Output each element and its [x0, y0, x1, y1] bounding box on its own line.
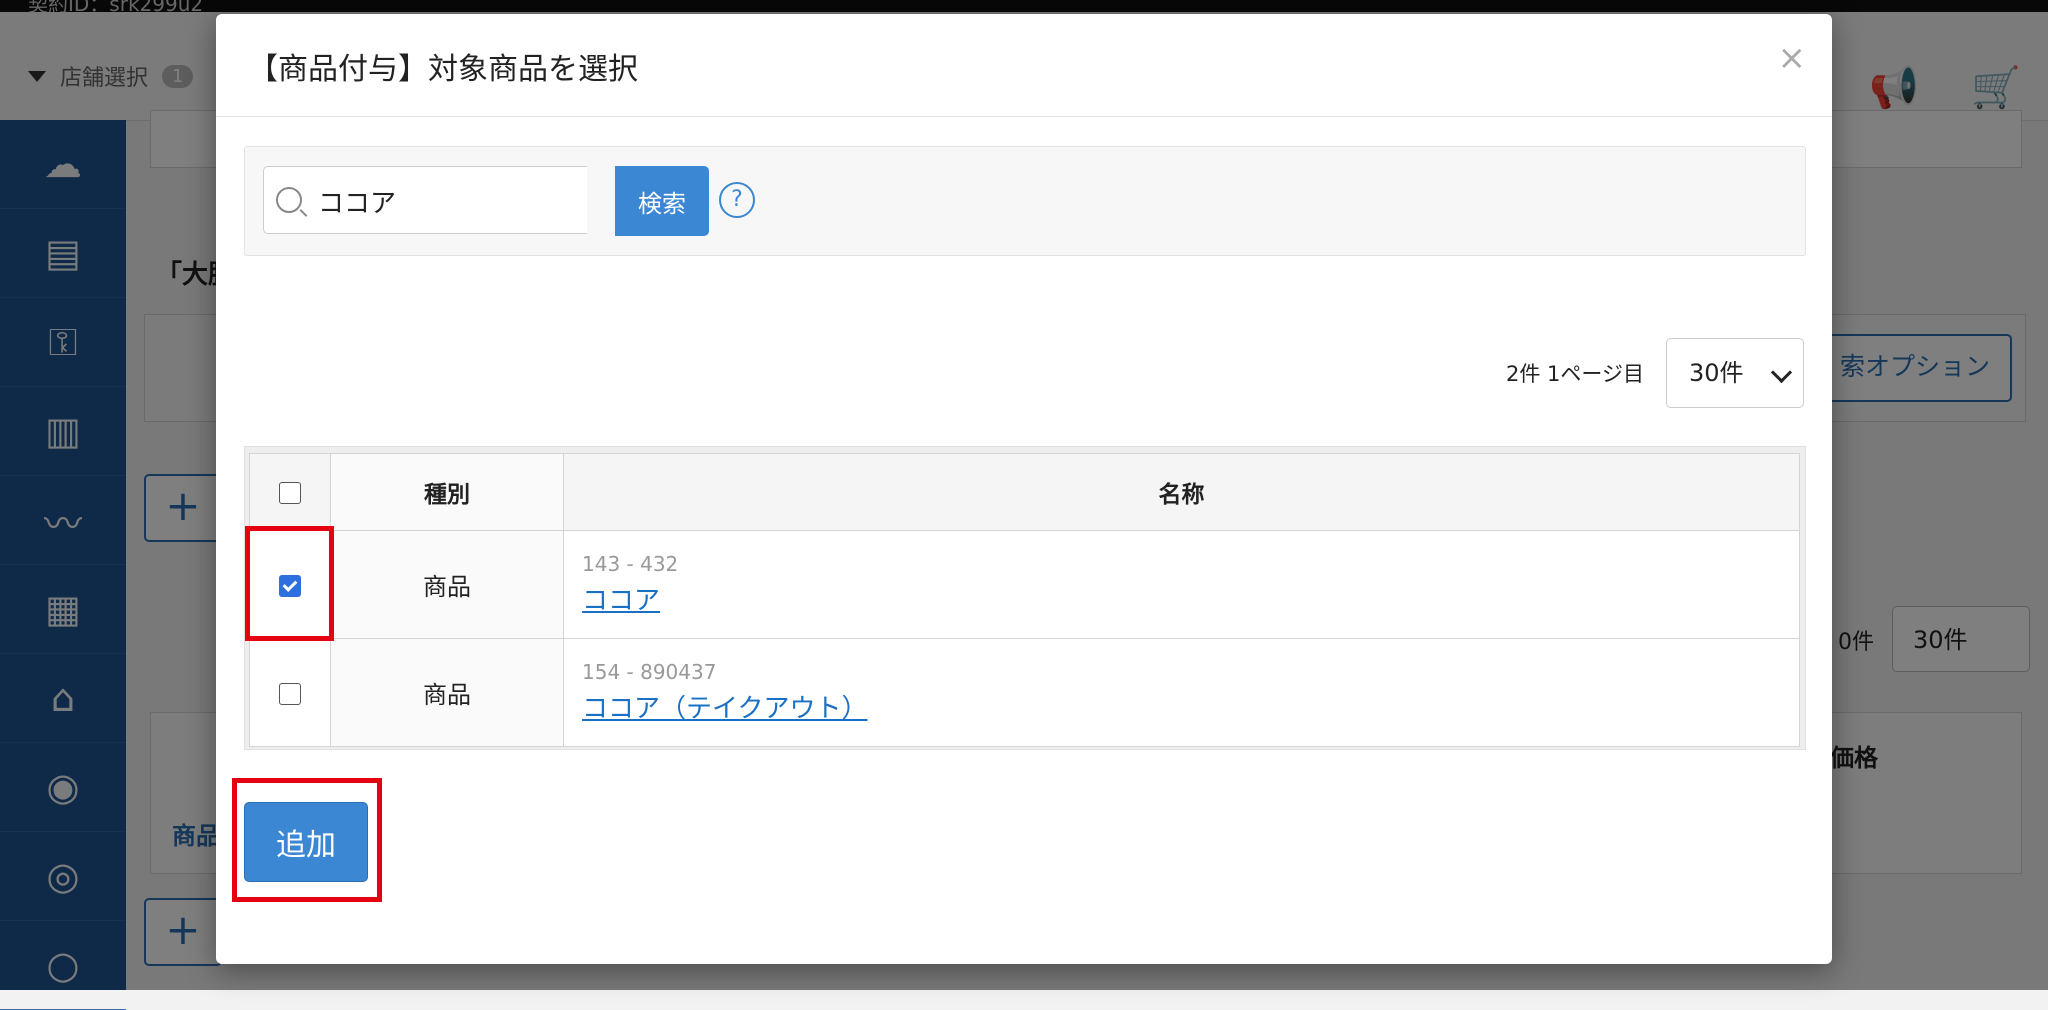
- row-select-cell[interactable]: [249, 638, 331, 747]
- row-type: 商品: [330, 530, 564, 639]
- chevron-down-icon: [1770, 361, 1793, 384]
- modal-title: 【商品付与】対象商品を選択: [248, 52, 638, 87]
- item-name-link[interactable]: ココア（テイクアウト）: [582, 694, 867, 724]
- per-page-select[interactable]: 30件: [1666, 338, 1804, 408]
- header-select-all[interactable]: [249, 453, 331, 531]
- table-header-row: 種別 名称: [249, 453, 1800, 531]
- header-name: 名称: [563, 453, 1800, 531]
- item-name-link[interactable]: ココア: [582, 586, 660, 616]
- header-type: 種別: [330, 453, 564, 531]
- item-code: 143 - 432: [582, 552, 679, 576]
- row-type: 商品: [330, 638, 564, 747]
- close-icon[interactable]: ×: [1778, 38, 1807, 78]
- search-panel: 検索 ?: [244, 146, 1806, 256]
- table-row: 商品 143 - 432 ココア: [249, 530, 1800, 639]
- help-icon[interactable]: ?: [719, 182, 755, 218]
- results-table-wrap: 種別 名称 商品 143 - 432 ココア 商品 154 - 890437 コ…: [244, 446, 1806, 750]
- pagination-info: 2件 1ページ目: [1506, 362, 1644, 386]
- per-page-value: 30件: [1689, 359, 1744, 387]
- search-button[interactable]: 検索: [615, 166, 709, 236]
- results-table: 種別 名称 商品 143 - 432 ココア 商品 154 - 890437 コ…: [249, 453, 1800, 747]
- product-select-modal: 【商品付与】対象商品を選択 × 検索 ? 2件 1ページ目 30件 種別 名称 …: [216, 14, 1832, 964]
- search-input[interactable]: [316, 177, 580, 225]
- row-checkbox[interactable]: [279, 682, 301, 705]
- row-name-cell: 143 - 432 ココア: [563, 530, 1800, 639]
- highlight-add-button-box: [232, 778, 382, 902]
- search-icon: [276, 187, 302, 213]
- highlight-checkbox-box: [245, 526, 334, 641]
- search-field[interactable]: [263, 166, 587, 234]
- item-code: 154 - 890437: [582, 660, 717, 684]
- row-name-cell: 154 - 890437 ココア（テイクアウト）: [563, 638, 1800, 747]
- select-all-checkbox[interactable]: [279, 481, 301, 504]
- table-row: 商品 154 - 890437 ココア（テイクアウト）: [249, 638, 1800, 747]
- modal-header: 【商品付与】対象商品を選択 ×: [216, 14, 1832, 117]
